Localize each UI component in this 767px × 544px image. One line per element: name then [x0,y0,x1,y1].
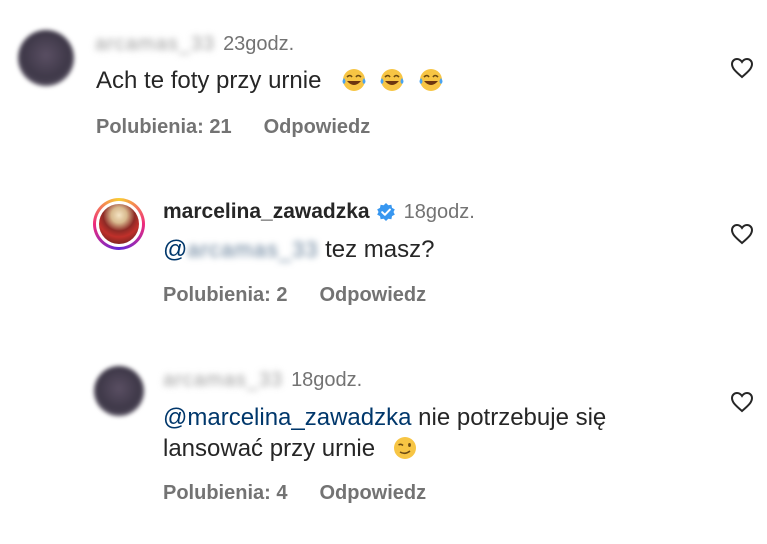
reply-button[interactable]: Odpowiedz [264,116,371,139]
comment-text: Ach te foty przy urnie [96,63,450,99]
comment-header: arcamas_33 23godz. [95,30,294,58]
comment-header: arcamas_33 18godz. [163,366,362,394]
comment-body: tez masz? [325,236,435,263]
avatar[interactable] [93,198,145,250]
comment-actions: Polubienia: 4 Odpowiedz [163,482,426,505]
comment-actions: Polubienia: 2 Odpowiedz [163,284,426,307]
likes-count-button[interactable]: Polubienia: 21 [96,116,232,139]
comment-header: marcelina_zawadzka 18godz. [163,198,475,226]
comment-time: 18godz. [403,200,475,223]
comment-text-line-2: lansować przy urnie [163,431,424,467]
tears-of-joy-emoji [380,69,404,91]
avatar[interactable] [94,366,144,416]
blurred-username[interactable]: arcamas_33 [95,33,215,56]
comment-body-line-2: lansować przy urnie [163,435,376,462]
likes-count-button[interactable]: Polubienia: 4 [163,482,287,505]
heart-icon[interactable] [730,57,754,79]
avatar[interactable] [18,30,74,86]
comment-time: 18godz. [291,368,363,391]
likes-count-button[interactable]: Polubienia: 2 [163,284,287,307]
verified-badge-icon [376,203,395,221]
mention-link[interactable]: @marcelina_zawadzka [163,404,411,431]
reply-button[interactable]: Odpowiedz [319,284,426,307]
comment-text: @arcamas_33 tez masz? [163,232,435,268]
tears-of-joy-emoji [419,69,443,91]
blurred-username[interactable]: arcamas_33 [163,369,283,392]
reply-button[interactable]: Odpowiedz [319,482,426,505]
heart-icon[interactable] [730,391,754,413]
comment-time: 23godz. [223,32,295,55]
comment-actions: Polubienia: 21 Odpowiedz [96,116,370,139]
comment-body: Ach te foty przy urnie [96,67,322,94]
comment-body-line-1: nie potrzebuje się [418,404,607,431]
mention-link[interactable]: @arcamas_33 [163,236,318,263]
tears-of-joy-emoji [342,69,366,91]
username-link[interactable]: marcelina_zawadzka [163,200,370,224]
winking-face-emoji [394,437,417,459]
heart-icon[interactable] [730,223,754,245]
